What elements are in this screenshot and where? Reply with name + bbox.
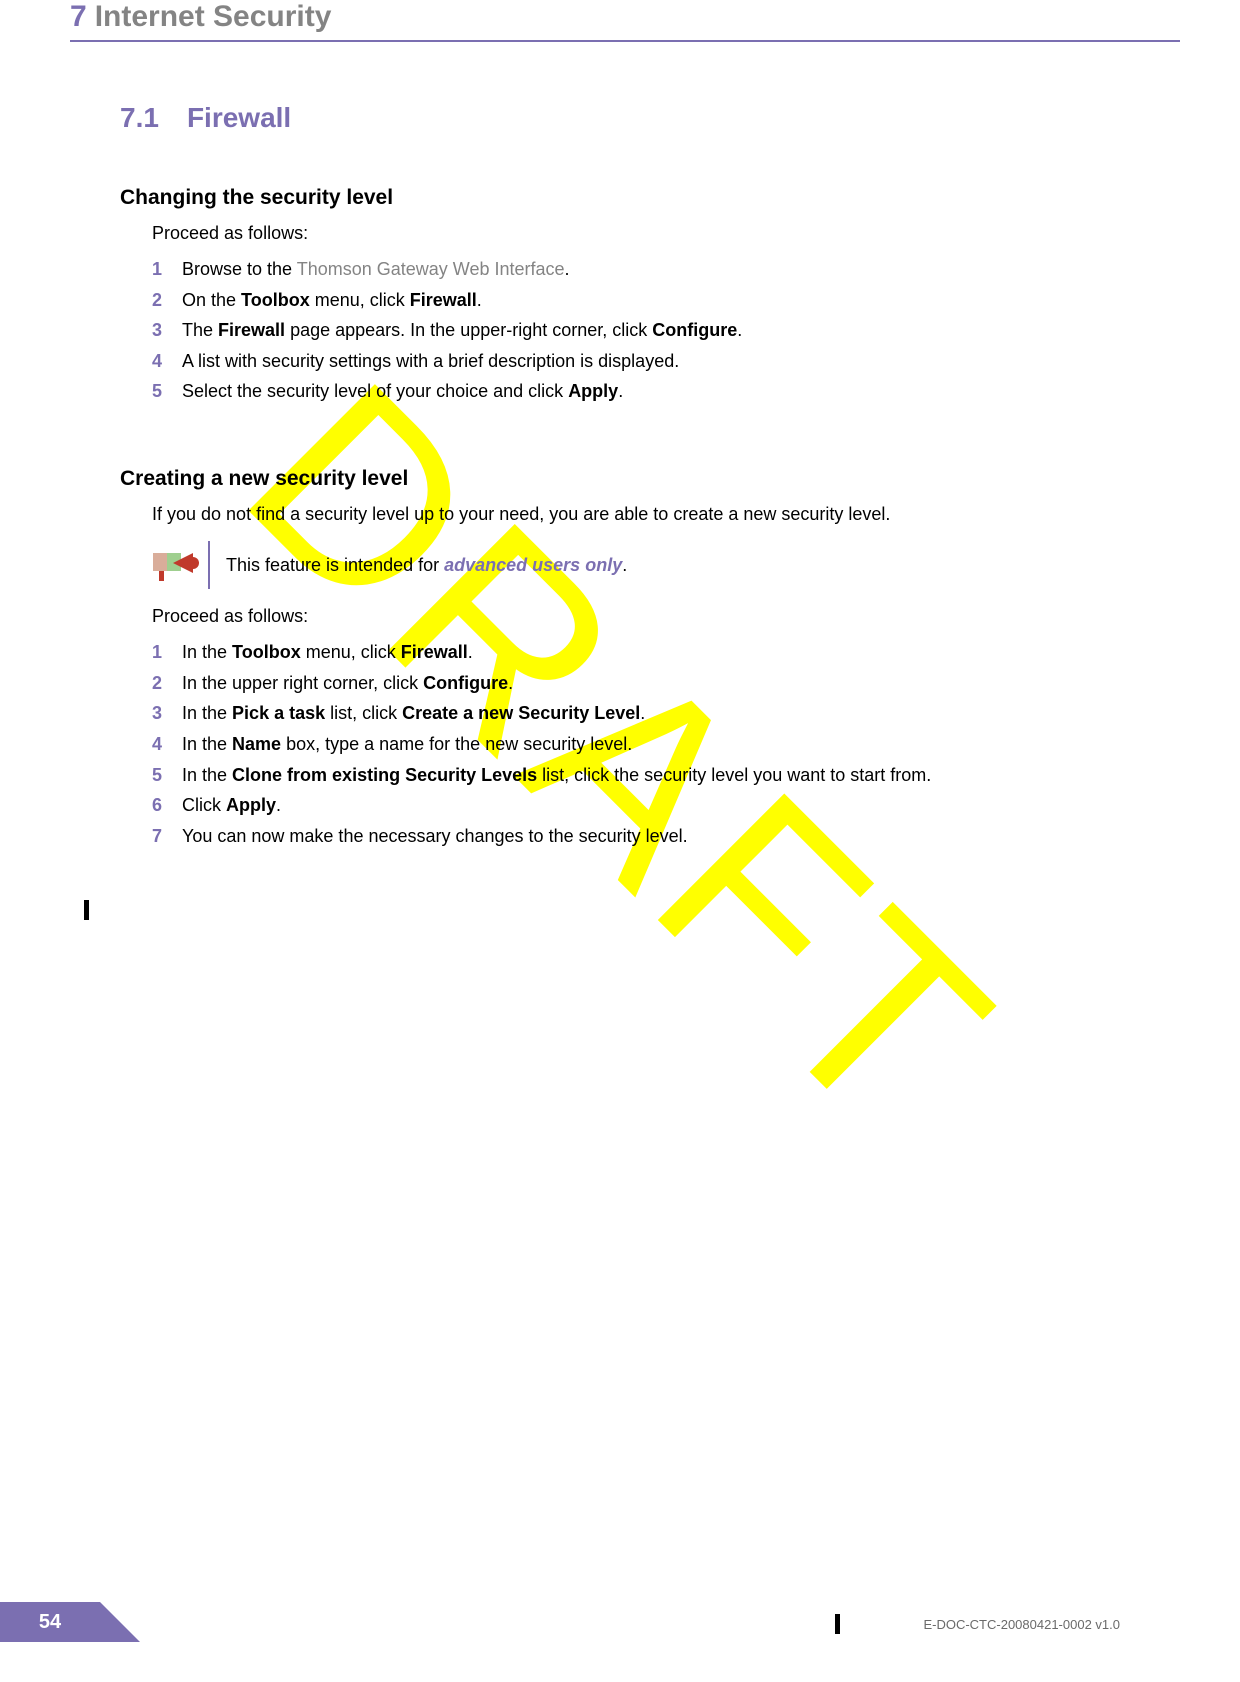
list-item: 4A list with security settings with a br…	[152, 346, 1120, 377]
chapter-heading: 7Internet Security	[70, 0, 1180, 40]
step-number: 3	[152, 698, 182, 729]
intro-text: Proceed as follows:	[152, 220, 1120, 246]
step-number: 6	[152, 790, 182, 821]
chapter-title: Internet Security	[95, 0, 332, 33]
note-callout: This feature is intended for advanced us…	[152, 541, 1120, 589]
section-heading: 7.1 Firewall	[120, 102, 1120, 134]
list-item: 1Browse to the Thomson Gateway Web Inter…	[152, 254, 1120, 285]
steps-list-1: 1Browse to the Thomson Gateway Web Inter…	[152, 254, 1120, 407]
step-number: 4	[152, 729, 182, 760]
list-item: 1In the Toolbox menu, click Firewall.	[152, 637, 1120, 668]
list-item: 6Click Apply.	[152, 790, 1120, 821]
page-footer: 54 E-DOC-CTC-20080421-0002 v1.0	[0, 1602, 1240, 1642]
note-text: This feature is intended for advanced us…	[226, 555, 627, 576]
step-number: 7	[152, 821, 182, 852]
intro-text: If you do not find a security level up t…	[152, 501, 1120, 527]
section-title: Firewall	[187, 102, 291, 133]
step-number: 1	[152, 637, 182, 668]
page-number-tab: 54	[0, 1602, 140, 1642]
subheading-creating: Creating a new security level	[120, 467, 1120, 491]
step-number: 3	[152, 315, 182, 346]
link-gateway[interactable]: Thomson Gateway Web Interface	[297, 259, 565, 279]
list-item: 3In the Pick a task list, click Create a…	[152, 698, 1120, 729]
list-item: 3The Firewall page appears. In the upper…	[152, 315, 1120, 346]
step-number: 4	[152, 346, 182, 377]
intro-text: Proceed as follows:	[152, 603, 1120, 629]
steps-list-2: 1In the Toolbox menu, click Firewall. 2I…	[152, 637, 1120, 851]
subheading-changing: Changing the security level	[120, 186, 1120, 210]
step-number: 2	[152, 668, 182, 699]
section-number: 7.1	[120, 102, 159, 133]
list-item: 2In the upper right corner, click Config…	[152, 668, 1120, 699]
change-bar-icon	[835, 1614, 840, 1634]
list-item: 2On the Toolbox menu, click Firewall.	[152, 285, 1120, 316]
change-bar-icon	[84, 900, 89, 920]
list-item: 5Select the security level of your choic…	[152, 376, 1120, 407]
list-item: 7You can now make the necessary changes …	[152, 821, 1120, 852]
bullhorn-icon	[152, 541, 200, 589]
chapter-number: 7	[70, 0, 87, 33]
page-number: 54	[0, 1602, 100, 1642]
step-number: 2	[152, 285, 182, 316]
note-separator	[208, 541, 210, 589]
step-number: 5	[152, 760, 182, 791]
list-item: 5In the Clone from existing Security Lev…	[152, 760, 1120, 791]
step-number: 5	[152, 376, 182, 407]
document-id: E-DOC-CTC-20080421-0002 v1.0	[923, 1617, 1120, 1632]
step-number: 1	[152, 254, 182, 285]
list-item: 4In the Name box, type a name for the ne…	[152, 729, 1120, 760]
